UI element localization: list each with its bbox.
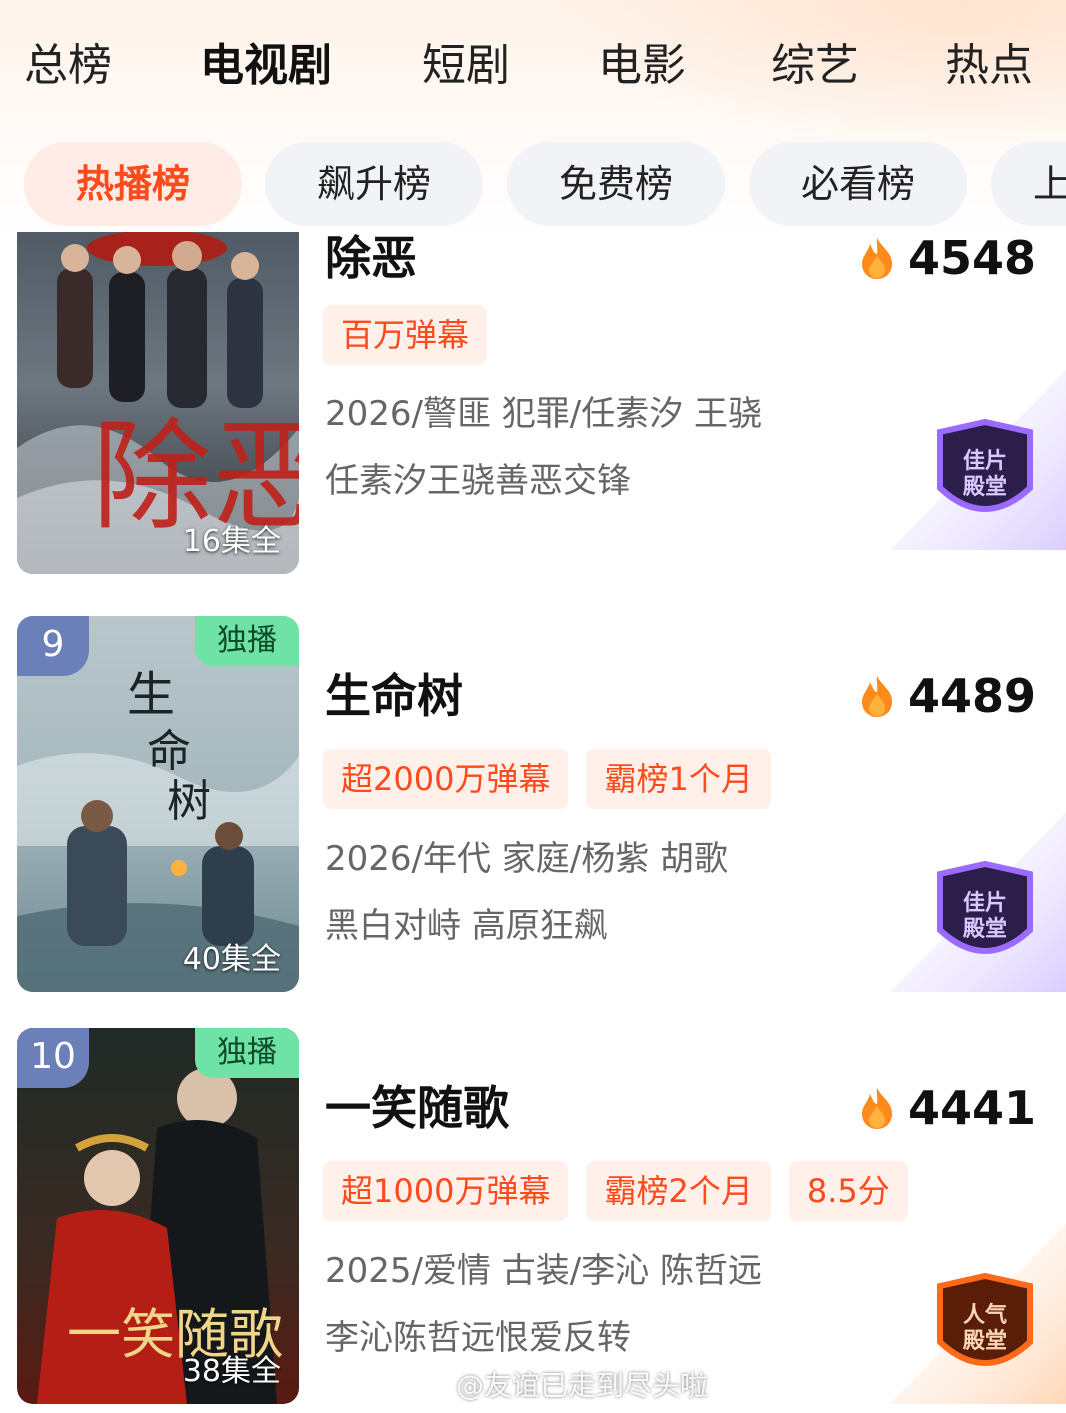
popular-hall-badge: 人气 殿堂: [890, 1224, 1066, 1404]
show-meta: 2026/年代 家庭/杨紫 胡歌: [325, 839, 729, 879]
tag-list: 百万弹幕: [323, 305, 505, 365]
watermark: @友谊已走到尽头啦: [420, 1368, 708, 1404]
svg-text:佳片: 佳片: [963, 891, 1007, 916]
flame-icon: [861, 238, 892, 279]
tab-hot-ranking[interactable]: 热播榜: [24, 142, 242, 226]
weibo-icon: [420, 1375, 449, 1400]
episode-count: 40集全: [182, 942, 281, 977]
flame-icon: [861, 1088, 892, 1129]
list-item[interactable]: 生 命 树 9 独播 40集全 生命树 4489 超2000万弹幕霸榜1个月: [0, 616, 1066, 994]
episode-count: 38集全: [182, 1354, 281, 1389]
tag-danmaku: 百万弹幕: [323, 305, 488, 365]
svg-text:殿堂: 殿堂: [962, 917, 1007, 942]
tag-danmaku: 超1000万弹幕: [323, 1161, 569, 1221]
tag-list: 超2000万弹幕 霸榜1个月: [323, 749, 789, 809]
category-tab-overall[interactable]: 总榜: [24, 36, 112, 96]
svg-text:殿堂: 殿堂: [962, 475, 1007, 500]
poster-image[interactable]: 除恶 16集全: [17, 232, 299, 574]
tab-rising-ranking[interactable]: 飙升榜: [265, 142, 483, 226]
flame-icon: [861, 676, 892, 717]
quality-hall-badge: 佳片 殿堂: [890, 370, 1066, 550]
svg-text:殿堂: 殿堂: [962, 1329, 1007, 1354]
rank-badge: 9: [17, 616, 89, 676]
svg-text:命: 命: [147, 727, 191, 776]
show-list: 除恶 16集全 除恶 4548 百万弹幕 2026/警匪 犯罪/任素汐 王骁 任…: [0, 232, 1066, 1413]
show-title[interactable]: 除恶: [325, 232, 417, 288]
exclusive-badge: 独播: [195, 1028, 299, 1078]
list-item[interactable]: 一笑随歌 10 独播 38集全 一笑随歌 4441 超1000万弹幕 霸榜2个月 8…: [0, 1028, 1066, 1406]
heat-score: 4548: [858, 232, 1036, 288]
quality-hall-badge: 佳片 殿堂: [890, 812, 1066, 992]
show-description: 任素汐王骁善恶交锋: [325, 461, 631, 501]
category-tab-movie[interactable]: 电影: [598, 36, 686, 96]
tag-top-chart: 霸榜2个月: [586, 1161, 771, 1221]
category-nav: 总榜 电视剧 短剧 电影 综艺 热点: [0, 36, 1066, 106]
tab-free-ranking[interactable]: 免费榜: [507, 142, 725, 226]
show-description: 李沁陈哲远恨爱反转: [325, 1318, 631, 1358]
category-tab-tv-series[interactable]: 电视剧: [200, 36, 332, 96]
exclusive-badge: 独播: [195, 616, 299, 666]
category-tab-short-drama[interactable]: 短剧: [422, 36, 510, 96]
show-meta: 2025/爱情 古装/李沁 陈哲远: [325, 1251, 763, 1291]
tag-rating: 8.5分: [788, 1161, 908, 1221]
category-tab-variety[interactable]: 综艺: [771, 36, 859, 96]
poster-image[interactable]: 一笑随歌 10 独播 38集全: [17, 1028, 299, 1404]
poster-image[interactable]: 生 命 树 9 独播 40集全: [17, 616, 299, 992]
heat-value: 4489: [907, 669, 1036, 723]
svg-text:佳片: 佳片: [963, 449, 1007, 474]
tab-more-ranking[interactable]: 上: [991, 142, 1066, 226]
heat-score: 4489: [858, 666, 1036, 726]
watermark-text: @友谊已走到尽头啦: [456, 1369, 709, 1402]
show-title[interactable]: 生命树: [325, 666, 463, 726]
category-tab-hot[interactable]: 热点: [945, 36, 1033, 96]
svg-text:生: 生: [127, 669, 175, 722]
svg-text:人气: 人气: [963, 1302, 1007, 1328]
svg-text:树: 树: [167, 777, 211, 826]
show-meta: 2026/警匪 犯罪/任素汐 王骁: [325, 394, 763, 434]
show-title[interactable]: 一笑随歌: [325, 1078, 509, 1138]
show-description: 黑白对峙 高原狂飙: [325, 906, 608, 946]
heat-value: 4548: [907, 232, 1036, 285]
tag-danmaku: 超2000万弹幕: [323, 749, 569, 809]
rank-badge: 10: [17, 1028, 89, 1088]
tab-must-watch-ranking[interactable]: 必看榜: [749, 142, 967, 226]
list-item[interactable]: 除恶 16集全 除恶 4548 百万弹幕 2026/警匪 犯罪/任素汐 王骁 任…: [0, 232, 1066, 576]
heat-score: 4441: [858, 1078, 1036, 1138]
tag-list: 超1000万弹幕 霸榜2个月 8.5分: [323, 1161, 926, 1221]
ranking-tabs: 热播榜 飙升榜 免费榜 必看榜 上: [0, 142, 1066, 228]
episode-count: 16集全: [182, 524, 281, 559]
tag-top-chart: 霸榜1个月: [586, 749, 771, 809]
heat-value: 4441: [907, 1081, 1036, 1135]
